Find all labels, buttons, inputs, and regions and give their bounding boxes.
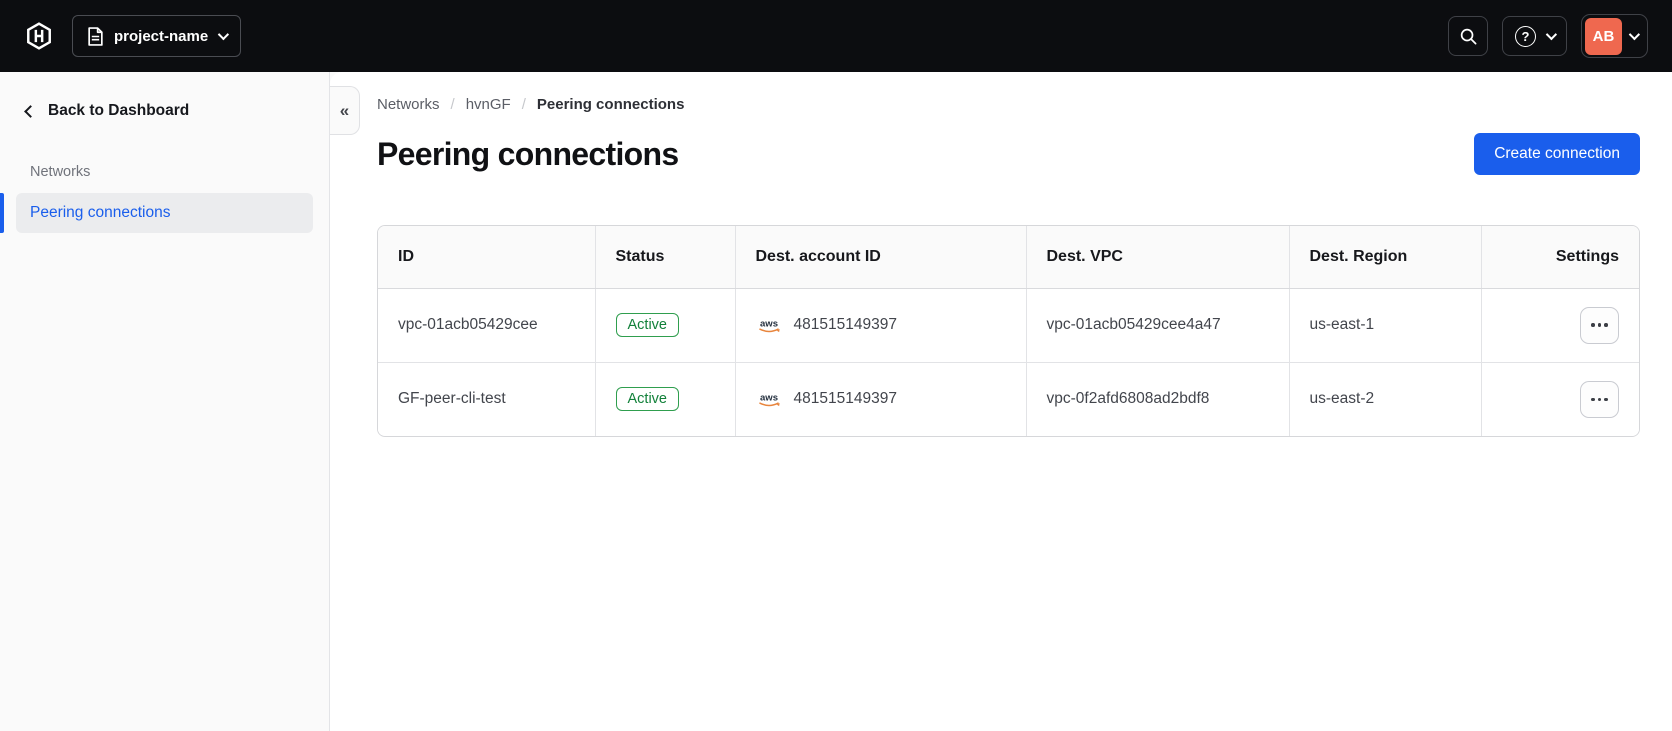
breadcrumb-current: Peering connections <box>536 96 685 113</box>
aws-icon: aws <box>756 391 783 408</box>
column-header-settings: Settings <box>1480 226 1639 289</box>
project-switcher-label: project-name <box>114 27 209 45</box>
more-icon <box>1591 323 1595 327</box>
avatar: AB <box>1585 17 1622 55</box>
cell-status: Active <box>594 288 735 362</box>
breadcrumb-networks[interactable]: Networks <box>377 96 440 113</box>
search-button[interactable] <box>1448 16 1488 56</box>
chevron-down-icon <box>217 28 230 41</box>
sidebar-item-peering-connections[interactable]: Peering connections <box>0 193 313 233</box>
dest-account-id-value: 481515149397 <box>793 390 897 408</box>
sidebar: Back to Dashboard Networks Peering conne… <box>0 72 330 731</box>
create-connection-button[interactable]: Create connection <box>1474 133 1640 175</box>
column-header-dest-region: Dest. Region <box>1288 226 1481 289</box>
table-row: GF-peer-cli-test Active aws 481515149397… <box>378 361 1639 436</box>
user-menu-button[interactable]: AB <box>1581 14 1648 58</box>
table-header-row: ID Status Dest. account ID Dest. VPC Des… <box>378 226 1639 289</box>
app-layout: Back to Dashboard Networks Peering conne… <box>0 72 1672 731</box>
collapse-icon: « <box>339 100 350 120</box>
more-icon <box>1591 397 1595 401</box>
page-title: Peering connections <box>377 135 679 172</box>
column-header-status: Status <box>594 226 735 289</box>
search-icon <box>1459 27 1478 46</box>
breadcrumb-separator: / <box>450 96 455 113</box>
hashicorp-logo-icon <box>24 21 54 51</box>
cell-dest-vpc: vpc-0f2afd6808ad2bdf8 <box>1025 361 1289 436</box>
chevron-left-icon <box>24 104 37 118</box>
chevron-down-icon <box>1545 28 1558 41</box>
breadcrumb: Networks / hvnGF / Peering connections <box>377 96 1640 113</box>
breadcrumb-hvn[interactable]: hvnGF <box>466 96 511 113</box>
cell-status: Active <box>594 361 735 436</box>
dest-account-id-value: 481515149397 <box>793 316 897 333</box>
back-to-dashboard-label: Back to Dashboard <box>48 102 190 119</box>
peering-connections-table: ID Status Dest. account ID Dest. VPC Des… <box>377 225 1640 437</box>
row-settings-menu-button[interactable] <box>1580 380 1619 418</box>
cell-dest-region: us-east-1 <box>1288 288 1481 362</box>
main-content: Networks / hvnGF / Peering connections P… <box>330 72 1672 731</box>
chevron-down-icon <box>1628 28 1641 41</box>
cell-id: vpc-01acb05429cee <box>378 288 595 362</box>
row-settings-menu-button[interactable] <box>1580 306 1619 344</box>
status-badge: Active <box>615 313 679 337</box>
project-switcher[interactable]: project-name <box>72 15 242 57</box>
sidebar-item-label: Peering connections <box>30 204 171 221</box>
cell-dest-region: us-east-2 <box>1288 361 1481 436</box>
cell-dest-account-id: aws 481515149397 <box>734 288 1026 362</box>
help-icon: ? <box>1515 25 1536 47</box>
svg-text:aws: aws <box>760 392 778 403</box>
column-header-dest-vpc: Dest. VPC <box>1025 226 1289 289</box>
cell-id: GF-peer-cli-test <box>378 361 595 436</box>
cell-settings <box>1480 288 1639 362</box>
breadcrumb-separator: / <box>521 96 526 113</box>
page-header: Peering connections Create connection <box>377 133 1640 175</box>
sidebar-collapse-button[interactable]: « <box>330 86 360 135</box>
table-row: vpc-01acb05429cee Active aws 48151514939… <box>378 288 1639 362</box>
status-badge: Active <box>615 387 679 412</box>
cell-dest-account-id: aws 481515149397 <box>734 361 1026 436</box>
aws-icon: aws <box>756 317 783 334</box>
cell-settings <box>1480 361 1639 436</box>
sidebar-section-networks: Networks <box>30 164 91 180</box>
topbar-actions: ? AB <box>1448 14 1648 58</box>
document-icon <box>87 26 104 46</box>
top-nav-bar: project-name ? AB <box>0 0 1672 72</box>
column-header-id: ID <box>378 226 595 289</box>
active-indicator-bar <box>0 193 4 233</box>
cell-dest-vpc: vpc-01acb05429cee4a47 <box>1025 288 1289 362</box>
back-to-dashboard-link[interactable]: Back to Dashboard <box>16 102 313 120</box>
help-menu-button[interactable]: ? <box>1502 16 1567 56</box>
svg-text:aws: aws <box>760 318 778 329</box>
column-header-dest-account-id: Dest. account ID <box>734 226 1026 289</box>
